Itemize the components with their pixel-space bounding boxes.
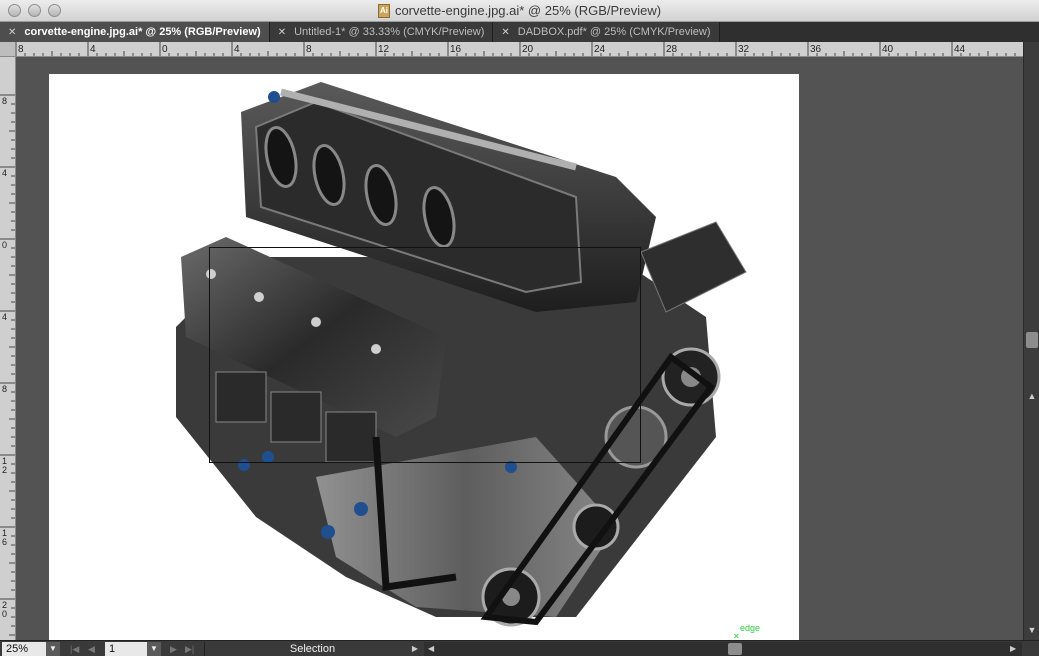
- ruler-label: 4: [234, 44, 240, 55]
- scroll-down-icon[interactable]: ▼: [1027, 625, 1037, 635]
- scroll-right-icon[interactable]: ▶: [1010, 642, 1016, 656]
- smart-guide-anchor-icon: ✕: [733, 632, 740, 640]
- blue-an-fitting: [268, 91, 280, 103]
- close-icon[interactable]: ✕: [8, 27, 16, 38]
- ruler-label: 44: [954, 44, 966, 55]
- blue-an-fitting: [262, 451, 274, 463]
- tab-label: corvette-engine.jpg.ai* @ 25% (RGB/Previ…: [24, 26, 261, 38]
- tab-dadbox[interactable]: ✕ DADBOX.pdf* @ 25% (CMYK/Preview): [493, 22, 720, 42]
- prev-page-icon[interactable]: ◀: [88, 642, 95, 656]
- vertical-scrollbar[interactable]: ▲ ▼: [1023, 42, 1039, 640]
- valve-cover-bolt: [254, 292, 264, 302]
- tab-label: DADBOX.pdf* @ 25% (CMYK/Preview): [517, 26, 711, 38]
- horizontal-ruler[interactable]: 8 4 0 4 8 12 16 20 24 28 32 36 40 44: [16, 42, 1023, 57]
- ruler-label: 0: [2, 609, 7, 619]
- scroll-left-icon[interactable]: ◀: [428, 642, 434, 656]
- chevron-down-icon[interactable]: ▼: [46, 642, 60, 656]
- minimize-window-button[interactable]: [28, 4, 41, 17]
- zoom-level-value: 25%: [6, 643, 29, 655]
- window-controls: [8, 4, 61, 17]
- first-page-icon[interactable]: |◀: [70, 642, 79, 656]
- ruler-label: 4: [2, 312, 7, 322]
- ruler-label: 24: [594, 44, 606, 55]
- ruler-label: 4: [2, 168, 7, 178]
- document-tab-bar: ✕ corvette-engine.jpg.ai* @ 25% (RGB/Pre…: [0, 22, 1039, 42]
- scroll-up-icon[interactable]: ▲: [1027, 391, 1037, 401]
- zoom-window-button[interactable]: [48, 4, 61, 17]
- ruler-label: 36: [810, 44, 822, 55]
- blue-an-fitting: [354, 502, 368, 516]
- ruler-label: 12: [378, 44, 390, 55]
- vertical-ruler-ticks: 84048121620: [0, 94, 15, 636]
- vertical-ruler[interactable]: 84048121620: [0, 57, 16, 640]
- valve-cover-bolt: [311, 317, 321, 327]
- last-page-icon[interactable]: ▶|: [185, 642, 194, 656]
- tab-untitled-1[interactable]: ✕ Untitled-1* @ 33.33% (CMYK/Preview): [269, 22, 494, 42]
- ruler-label: 32: [738, 44, 750, 55]
- chevron-down-icon[interactable]: ▼: [147, 642, 161, 656]
- document-canvas[interactable]: edge ✕: [16, 57, 1023, 640]
- ruler-label: 6: [2, 537, 7, 547]
- blue-an-fitting: [238, 459, 250, 471]
- ruler-label: 2: [2, 465, 7, 475]
- horizontal-scroll-thumb[interactable]: [728, 643, 742, 655]
- tab-corvette-engine[interactable]: ✕ corvette-engine.jpg.ai* @ 25% (RGB/Pre…: [0, 22, 270, 42]
- ruler-label: 4: [90, 44, 96, 55]
- valve-cover-bolt: [206, 269, 216, 279]
- ruler-label: 40: [882, 44, 894, 55]
- smart-guide-edge-label: edge: [740, 623, 760, 633]
- ruler-label: 0: [162, 44, 168, 55]
- page-number-field[interactable]: 1 ▼: [105, 642, 161, 656]
- status-bar: 25% ▼ |◀ ◀ 1 ▼ ▶ ▶| Selection ▶ ◀ ▶: [0, 640, 1039, 656]
- page-number-value: 1: [109, 643, 116, 655]
- horizontal-ruler-ticks: 8 4 0 4 8 12 16 20 24 28 32 36 40 44: [16, 42, 1016, 56]
- valve-cover-bolt: [371, 344, 381, 354]
- close-window-button[interactable]: [8, 4, 21, 17]
- horizontal-scrollbar[interactable]: ◀ ▶: [424, 642, 1022, 656]
- ruler-origin-corner[interactable]: [0, 42, 16, 57]
- coil-pack: [215, 371, 267, 423]
- close-icon[interactable]: ✕: [278, 27, 286, 38]
- illustrator-document-icon: Ai: [377, 3, 390, 18]
- ruler-label: 20: [522, 44, 534, 55]
- ruler-label: 28: [666, 44, 678, 55]
- tab-label: Untitled-1* @ 33.33% (CMYK/Preview): [294, 26, 485, 38]
- close-icon[interactable]: ✕: [501, 27, 509, 38]
- status-menu-arrow-icon[interactable]: ▶: [412, 642, 418, 656]
- window-titlebar: Ai corvette-engine.jpg.ai* @ 25% (RGB/Pr…: [0, 0, 1039, 22]
- ruler-label: 16: [450, 44, 462, 55]
- ruler-label: 0: [2, 240, 7, 250]
- window-title: corvette-engine.jpg.ai* @ 25% (RGB/Previ…: [394, 3, 662, 18]
- blue-an-fitting: [321, 525, 335, 539]
- zoom-level-field[interactable]: 25% ▼: [2, 642, 60, 656]
- ruler-label: 8: [18, 44, 24, 55]
- status-tool-label: Selection: [289, 643, 336, 655]
- ruler-label: 8: [2, 96, 7, 106]
- coil-pack: [325, 411, 377, 463]
- ruler-label: 8: [306, 44, 312, 55]
- engine-artwork[interactable]: edge ✕: [16, 57, 1023, 640]
- ruler-label: 8: [2, 384, 7, 394]
- vertical-scroll-thumb[interactable]: [1026, 332, 1038, 348]
- next-page-icon[interactable]: ▶: [170, 642, 177, 656]
- coil-pack: [270, 391, 322, 443]
- status-tool-readout[interactable]: Selection ▶: [204, 642, 420, 656]
